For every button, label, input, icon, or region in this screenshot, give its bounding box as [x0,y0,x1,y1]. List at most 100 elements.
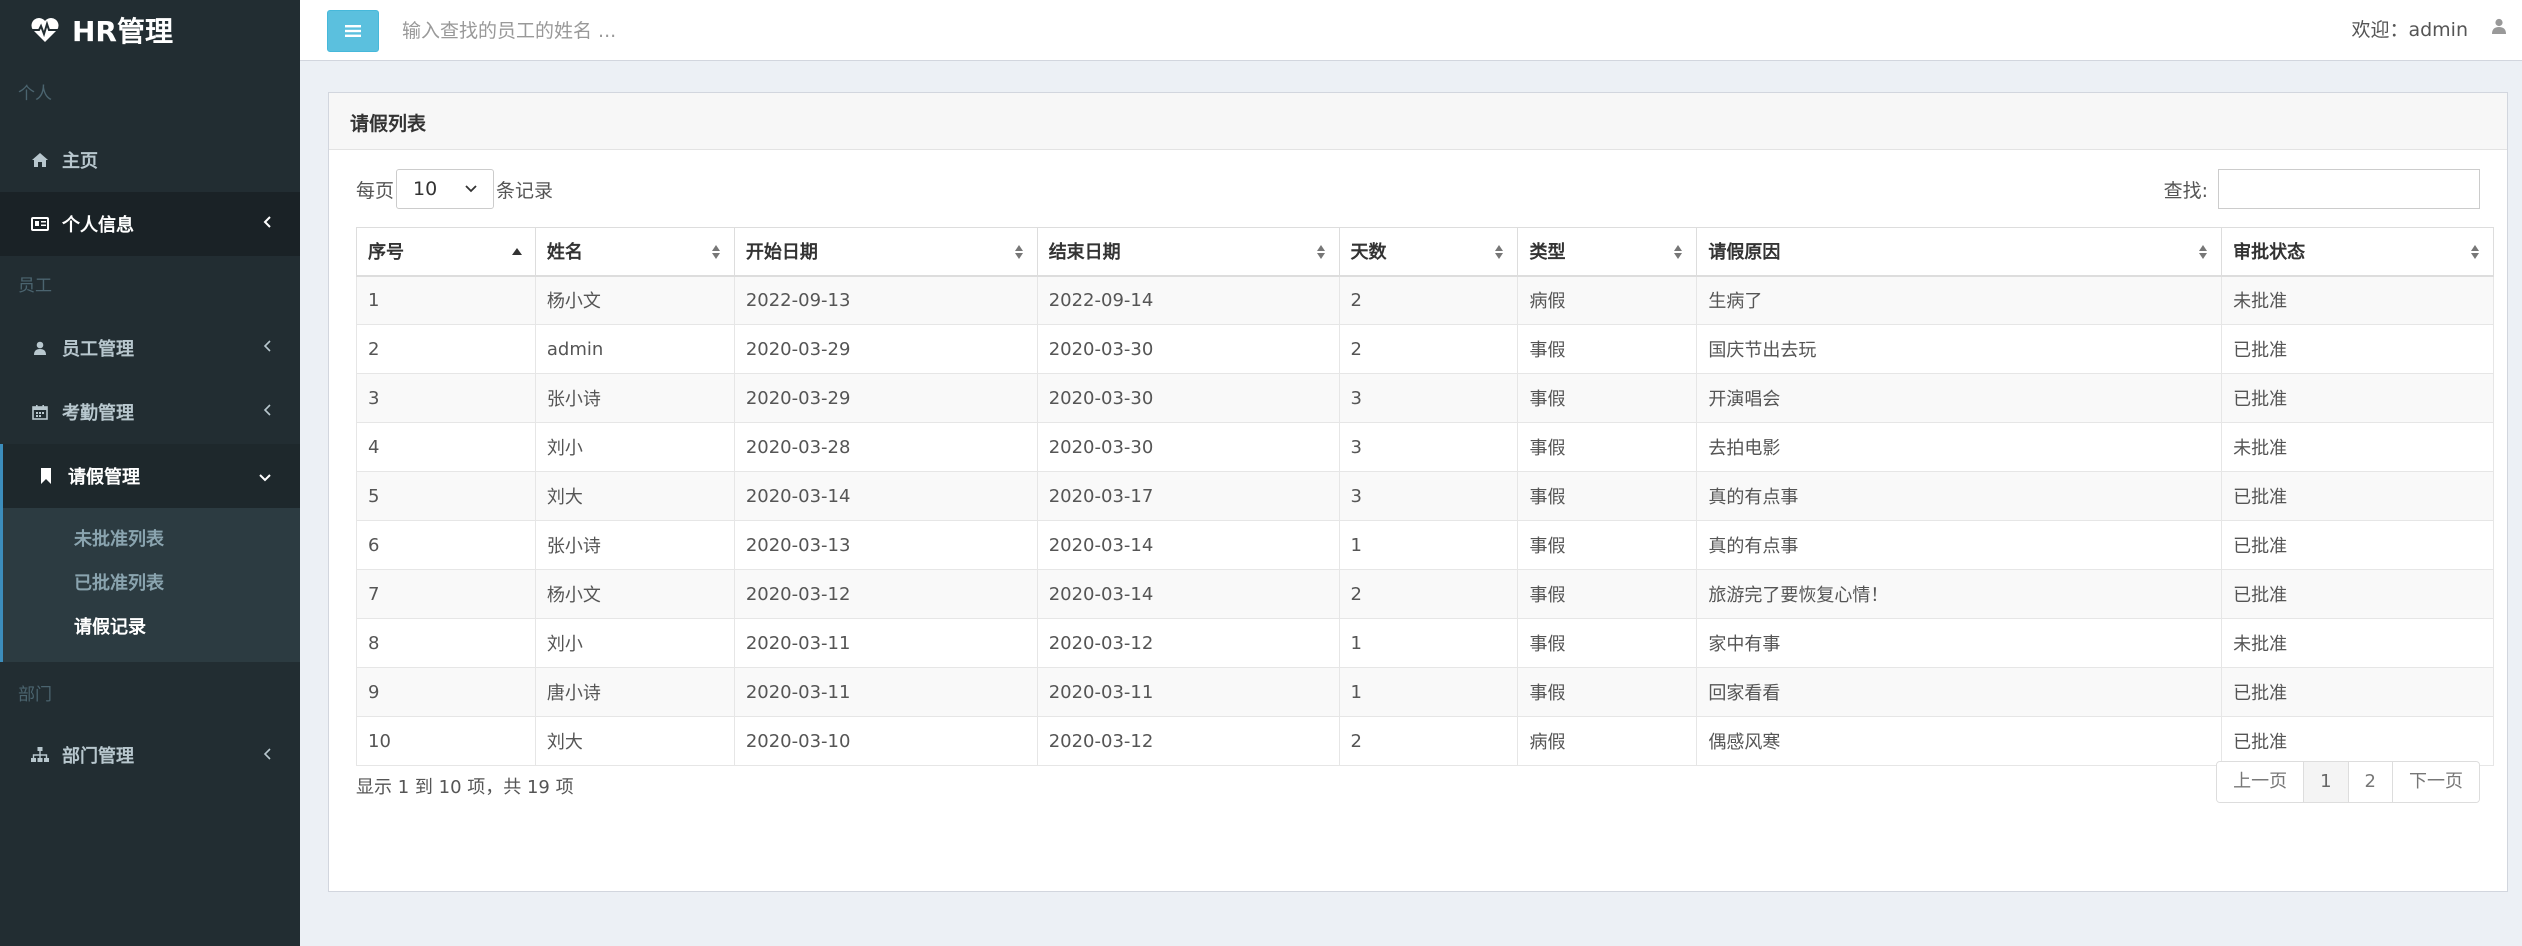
top-navbar: 欢迎：admin [300,0,2522,61]
sort-asc-icon [511,248,522,255]
leave-submenu: 未批准列表 已批准列表 请假记录 [0,508,300,662]
employee-search-input[interactable] [400,12,904,50]
sort-both-icon [2471,245,2479,259]
cell-start-date: 2020-03-29 [733,373,1038,423]
chevron-left-icon [262,214,272,233]
next-page-button[interactable]: 下一页 [2392,762,2479,802]
cell-type: 事假 [1517,667,1698,717]
sidebar-item-dept-mgmt[interactable]: 部门管理 [0,728,300,782]
sidebar-item-label: 员工管理 [62,339,134,360]
column-header-index[interactable]: 序号 [356,227,536,277]
cell-end-date: 2020-03-30 [1036,324,1340,374]
cell-name: 杨小文 [534,275,735,325]
prev-page-button[interactable]: 上一页 [2217,762,2304,802]
filter-label: 查找: [2163,179,2208,202]
cell-days: 2 [1338,716,1519,766]
cell-status: 未批准 [2221,618,2494,668]
bookmark-icon [36,466,56,486]
cell-status: 未批准 [2221,422,2494,472]
sidebar-item-label: 考勤管理 [62,403,134,424]
column-header-status[interactable]: 审批状态 [2221,227,2494,277]
column-header-name[interactable]: 姓名 [534,227,735,277]
cell-type: 事假 [1517,422,1698,472]
sidebar-item-attendance-mgmt[interactable]: 考勤管理 [0,380,300,444]
table-body: 1 杨小文 2022-09-13 2022-09-14 2 病假 生病了 未批准 2 admin 2… [356,275,2494,766]
chevron-left-icon [262,338,272,357]
sidebar-item-label: 个人信息 [62,215,134,236]
sidebar-item-leave-mgmt[interactable]: 请假管理 [0,444,300,508]
sidebar-item-home[interactable]: 主页 [0,128,300,192]
column-header-label: 开始日期 [745,242,818,264]
cell-index: 9 [356,667,536,717]
cell-days: 3 [1338,373,1519,423]
sitemap-icon [30,745,50,765]
cell-name: 张小诗 [534,520,735,570]
sidebar-toggle-button[interactable] [327,10,379,52]
cell-status: 已批准 [2221,667,2494,717]
cell-index: 2 [356,324,536,374]
chevron-left-icon [262,402,272,421]
table-info: 显示 1 到 10 项，共 19 项 [356,777,574,798]
column-header-label: 结束日期 [1048,242,1121,264]
leave-list-box: 请假列表 每页 10 条记录 查找: 序号 姓名 开始日期 结束日期 天数 类型… [328,92,2508,892]
table-header-row: 序号 姓名 开始日期 结束日期 天数 类型 请假原因 审批状态 [356,227,2494,277]
cell-type: 事假 [1517,618,1698,668]
cell-index: 7 [356,569,536,619]
cell-reason: 真的有点事 [1696,520,2223,570]
cell-name: admin [534,324,735,374]
cell-name: 刘大 [534,471,735,521]
pagination: 上一页 1 2 下一页 [2216,761,2480,803]
column-header-type[interactable]: 类型 [1517,227,1698,277]
sidebar-subitem-unapproved[interactable]: 未批准列表 [3,518,300,562]
column-header-days[interactable]: 天数 [1338,227,1519,277]
sidebar-item-label: 部门管理 [62,746,134,767]
table-row: 7 杨小文 2020-03-12 2020-03-14 2 事假 旅游完了要恢复心情！ 已批准 [356,569,2494,619]
cell-type: 病假 [1517,275,1698,325]
cell-index: 6 [356,520,536,570]
cell-end-date: 2020-03-12 [1036,618,1340,668]
box-title: 请假列表 [329,93,2507,150]
column-header-reason[interactable]: 请假原因 [1696,227,2223,277]
user-icon[interactable] [2492,18,2506,38]
cell-reason: 旅游完了要恢复心情！ [1696,569,2223,619]
table-row: 5 刘大 2020-03-14 2020-03-17 3 事假 真的有点事 已批准 [356,471,2494,521]
page-2-button[interactable]: 2 [2347,762,2392,802]
table-row: 4 刘小 2020-03-28 2020-03-30 3 事假 去拍电影 未批准 [356,422,2494,472]
cell-days: 2 [1338,324,1519,374]
sidebar-subitem-records[interactable]: 请假记录 [3,606,300,650]
cell-reason: 真的有点事 [1696,471,2223,521]
table-row: 10 刘大 2020-03-10 2020-03-12 2 病假 偶感风寒 已批准 [356,716,2494,766]
cell-reason: 开演唱会 [1696,373,2223,423]
sort-both-icon [2199,245,2208,259]
cell-end-date: 2020-03-30 [1036,373,1340,423]
cell-start-date: 2020-03-10 [733,716,1038,766]
table-row: 1 杨小文 2022-09-13 2022-09-14 2 病假 生病了 未批准 [356,275,2494,325]
id-card-icon [30,214,50,234]
cell-days: 1 [1338,618,1519,668]
page-length-select[interactable]: 10 [396,169,495,209]
app-title: HR管理 [72,15,173,48]
column-header-label: 姓名 [546,242,583,264]
column-header-label: 审批状态 [2233,242,2306,264]
sidebar-subitem-approved[interactable]: 已批准列表 [3,562,300,606]
cell-end-date: 2020-03-14 [1036,520,1340,570]
sidebar-item-personal-info[interactable]: 个人信息 [0,192,300,256]
cell-reason: 家中有事 [1696,618,2223,668]
column-header-start-date[interactable]: 开始日期 [733,227,1038,277]
cell-start-date: 2020-03-29 [733,324,1038,374]
cell-end-date: 2020-03-17 [1036,471,1340,521]
table-row: 3 张小诗 2020-03-29 2020-03-30 3 事假 开演唱会 已批准 [356,373,2494,423]
cell-reason: 回家看看 [1696,667,2223,717]
cell-start-date: 2020-03-11 [733,618,1038,668]
table-row: 6 张小诗 2020-03-13 2020-03-14 1 事假 真的有点事 已批准 [356,520,2494,570]
sidebar-item-employee-mgmt[interactable]: 员工管理 [0,316,300,380]
cell-name: 刘小 [534,422,735,472]
cell-type: 事假 [1517,324,1698,374]
table-search-input[interactable] [2218,169,2480,209]
sidebar-item-label: 请假管理 [68,467,140,488]
app-logo[interactable]: HR管理 [0,0,300,60]
column-header-end-date[interactable]: 结束日期 [1036,227,1340,277]
cell-end-date: 2020-03-14 [1036,569,1340,619]
column-header-label: 序号 [368,242,404,264]
page-1-button[interactable]: 1 [2303,762,2348,802]
